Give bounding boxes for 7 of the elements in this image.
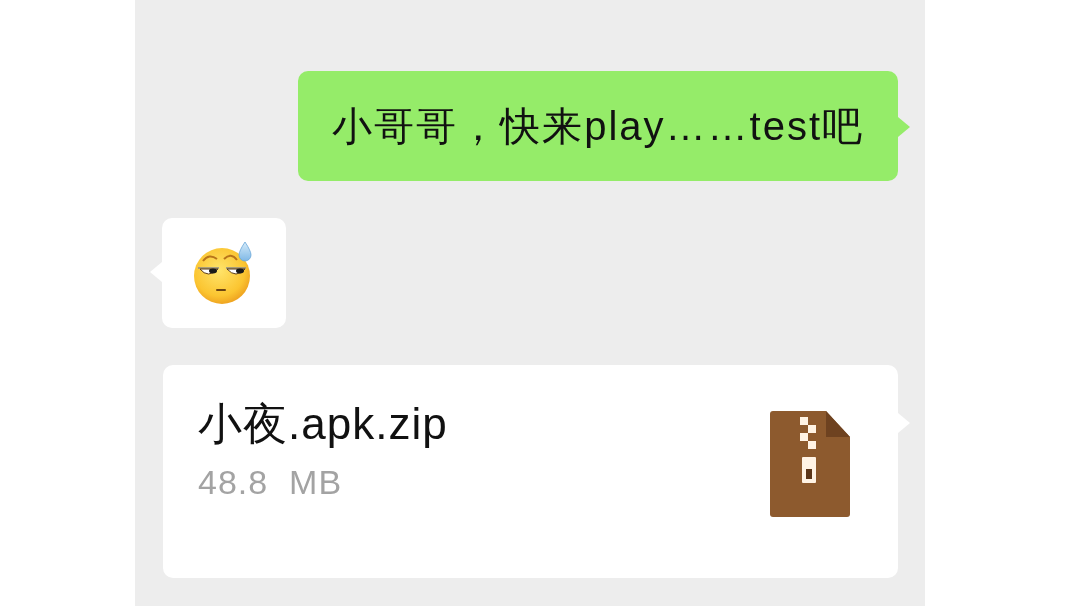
file-size: 48.8 MB xyxy=(198,462,344,502)
message-bubble: 小哥哥，快来play……test吧 xyxy=(298,71,898,181)
file-name: 小夜.apk.zip xyxy=(198,398,448,450)
zip-file-icon xyxy=(770,411,850,517)
sweat-face-icon xyxy=(193,241,255,305)
bubble-tail-icon xyxy=(898,117,910,137)
file-card[interactable]: 小夜.apk.zip 48.8 MB xyxy=(163,365,898,578)
